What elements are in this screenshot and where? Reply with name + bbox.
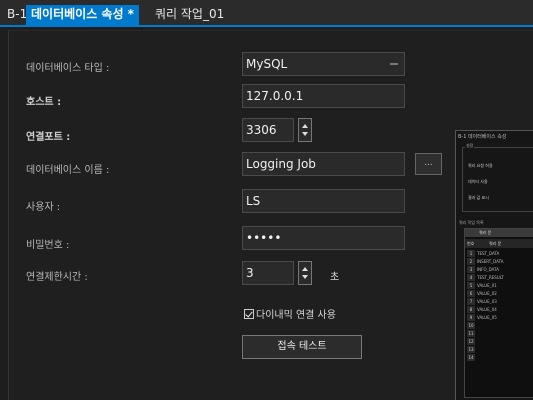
row-number: 5 <box>467 282 475 289</box>
table-row: 5 VALUE_01 <box>465 282 533 289</box>
tab-database-properties[interactable]: 데이터베이스 속성 * <box>26 5 139 25</box>
thumbnail-col-number: 번호 <box>467 241 475 246</box>
spin-down-icon <box>302 275 308 279</box>
table-row: 12 <box>465 338 533 345</box>
table-row: 10 <box>465 322 533 329</box>
thumbnail-header-cell: 쿼리 문 <box>479 230 492 235</box>
row-value: VALUE_02 <box>477 291 497 296</box>
thumbnail-title: B-1 데이터베이스 속성 <box>458 134 507 140</box>
dropdown-arrow-icon <box>390 63 398 65</box>
spin-down-icon <box>302 132 308 136</box>
timeout-label: 연결제한시간 : <box>26 272 88 283</box>
row-value: VALUE_03 <box>477 299 497 304</box>
row-number: 11 <box>467 330 475 337</box>
db-type-label: 데이터베이스 타입 : <box>26 63 110 74</box>
thumbnail-option: 쿼리 요청 허용 <box>468 163 493 168</box>
user-label: 사용자 : <box>26 202 61 213</box>
tab-bar: B-1 데이터베이스 속성 * 쿼리 작업_01 <box>0 0 533 27</box>
dynamic-connect-checkbox[interactable]: 다이내믹 연결 사용 <box>244 306 336 321</box>
row-number: 8 <box>467 306 475 313</box>
table-row: 9 VALUE_05 <box>465 314 533 321</box>
table-row: 7 VALUE_03 <box>465 298 533 305</box>
row-number: 1 <box>467 250 475 257</box>
row-number: 9 <box>467 314 475 321</box>
timeout-unit: 초 <box>330 272 340 283</box>
host-input[interactable]: 127.0.0.1 <box>242 84 405 108</box>
table-row: 4 TEST_RESULT <box>465 274 533 281</box>
db-type-select[interactable]: MySQL <box>242 52 405 76</box>
host-label: 호스트 : <box>26 97 62 108</box>
row-number: 12 <box>467 338 475 345</box>
window-preview-thumbnail[interactable]: B-1 데이터베이스 속성 설정 쿼리 요청 허용 데이터 사용 결과 값 표시… <box>455 130 533 400</box>
db-name-label: 데이터베이스 이름 : <box>26 165 110 176</box>
row-number: 13 <box>467 346 475 353</box>
checkbox-icon <box>244 309 254 319</box>
row-value: VALUE_05 <box>477 315 497 320</box>
thumbnail-table-header: 쿼리 문 <box>465 229 533 237</box>
row-value: INFO_DATA <box>477 267 499 272</box>
password-input[interactable]: ••••• <box>242 226 405 250</box>
port-label: 연결포트 : <box>26 132 71 143</box>
table-row: 1 TEST_DATA <box>465 250 533 257</box>
db-type-value: MySQL <box>246 57 288 71</box>
spin-up-icon <box>302 267 308 271</box>
table-row: 8 VALUE_04 <box>465 306 533 313</box>
thumbnail-table: 쿼리 문 번호 쿼리 문 1 TEST_DATA 2 INSERT_DATA 3 IN… <box>464 228 533 398</box>
table-row: 3 INFO_DATA <box>465 266 533 273</box>
timeout-spinner[interactable] <box>298 261 312 285</box>
thumbnail-option: 데이터 사용 <box>468 179 488 184</box>
row-number: 6 <box>467 290 475 297</box>
user-input[interactable]: LS <box>242 189 405 213</box>
thumbnail-col-query: 쿼리 문 <box>489 241 502 246</box>
row-number: 7 <box>467 298 475 305</box>
row-number: 4 <box>467 274 475 281</box>
thumbnail-group-label: 설정 <box>465 143 475 149</box>
port-spinner[interactable] <box>298 118 312 142</box>
db-name-input[interactable]: Logging Job <box>242 152 405 176</box>
table-row: 14 <box>465 354 533 361</box>
table-row: 13 <box>465 346 533 353</box>
row-value: TEST_RESULT <box>477 275 504 280</box>
tab-query-job[interactable]: 쿼리 작업_01 <box>151 5 228 25</box>
table-row: 11 <box>465 330 533 337</box>
table-row: 2 INSERT_DATA <box>465 258 533 265</box>
thumbnail-option: 결과 값 표시 <box>468 195 489 200</box>
row-value: VALUE_01 <box>477 283 497 288</box>
row-number: 2 <box>467 258 475 265</box>
row-value: INSERT_DATA <box>477 259 504 264</box>
row-number: 14 <box>467 354 475 361</box>
row-number: 3 <box>467 266 475 273</box>
table-row: 6 VALUE_02 <box>465 290 533 297</box>
row-value: TEST_DATA <box>477 251 500 256</box>
thumbnail-column-header: 번호 쿼리 문 <box>465 239 533 248</box>
row-number: 10 <box>467 322 475 329</box>
password-label: 비밀번호 : <box>26 240 70 251</box>
connection-test-button[interactable]: 접속 테스트 <box>242 335 362 359</box>
thumbnail-table-label: 쿼리 작업 목록 <box>459 220 484 225</box>
spin-up-icon <box>302 124 308 128</box>
port-input[interactable]: 3306 <box>242 118 294 142</box>
row-value: VALUE_04 <box>477 307 497 312</box>
dynamic-connect-label: 다이내믹 연결 사용 <box>256 310 336 321</box>
timeout-input[interactable]: 3 <box>242 261 294 285</box>
browse-button[interactable]: ... <box>415 153 442 175</box>
